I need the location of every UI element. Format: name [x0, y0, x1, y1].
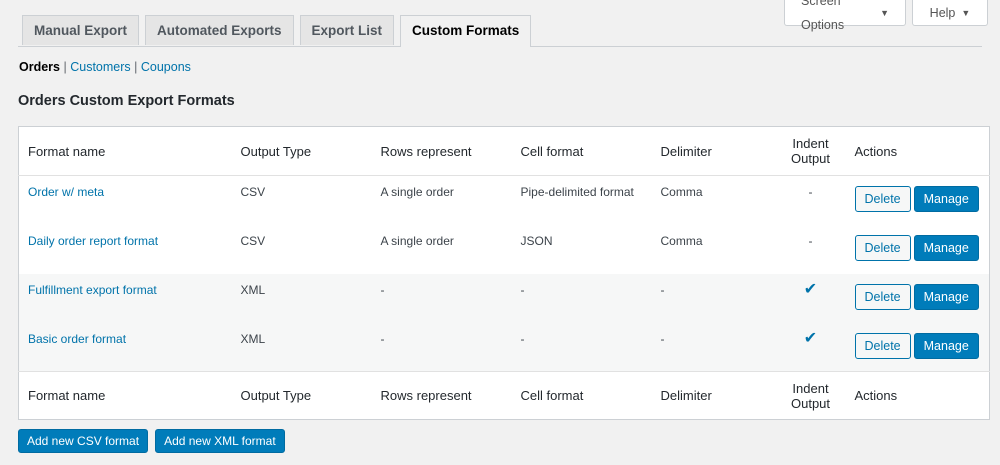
col-indent-line1: Indent	[792, 136, 829, 151]
output-type-cell: XML	[240, 331, 266, 346]
tab-manual-export[interactable]: Manual Export	[22, 15, 140, 45]
col-delimiter: Delimiter	[660, 388, 712, 403]
separator: |	[134, 60, 141, 74]
col-actions: Actions	[854, 143, 898, 159]
delete-button[interactable]: Delete	[854, 283, 911, 310]
delete-button[interactable]: Delete	[854, 234, 911, 261]
table-row: Daily order report format CSV A single o…	[19, 225, 990, 274]
cell-format-cell: Pipe-delimited format	[520, 185, 634, 199]
output-type-cell: CSV	[240, 233, 266, 248]
tab-export-list[interactable]: Export List	[299, 15, 395, 45]
subnav-coupons[interactable]: Coupons	[141, 60, 191, 74]
cell-format-cell: JSON	[520, 233, 553, 248]
col-indent-output: Indent Output	[776, 127, 846, 176]
delete-button[interactable]: Delete	[854, 332, 911, 359]
format-name-link[interactable]: Basic order format	[28, 332, 126, 346]
table-footer-row: Format name Output Type Rows represent C…	[18, 371, 990, 420]
col-indent-line2: Output	[790, 395, 831, 411]
output-type-cell: CSV	[240, 185, 266, 199]
manage-button[interactable]: Manage	[913, 283, 979, 310]
subnav-orders[interactable]: Orders	[19, 60, 60, 74]
checkmark-icon: ✔	[803, 329, 818, 347]
bottom-actions: Add new CSV format Add new XML format	[18, 429, 285, 453]
subnav-customers[interactable]: Customers	[70, 60, 130, 74]
col-indent-line2: Output	[790, 151, 831, 166]
rows-represent-cell: -	[380, 282, 385, 297]
col-delimiter: Delimiter	[660, 143, 712, 159]
delete-button[interactable]: Delete	[854, 186, 911, 212]
table-header-row: Format name Output Type Rows represent C…	[18, 127, 990, 176]
col-output-type: Output Type	[240, 388, 312, 403]
col-rows-represent: Rows represent	[380, 388, 472, 403]
table-row: Order w/ meta CSV A single order Pipe-de…	[19, 176, 990, 225]
format-name-link[interactable]: Daily order report format	[28, 234, 158, 248]
col-format-name: Format name	[28, 388, 106, 403]
nav-tabs: Manual Export Automated Exports Export L…	[18, 15, 982, 47]
formats-table: Format name Output Type Rows represent C…	[18, 126, 990, 420]
rows-represent-cell: A single order	[380, 185, 454, 199]
tab-custom-formats[interactable]: Custom Formats	[400, 15, 532, 47]
col-format-name: Format name	[28, 143, 106, 159]
output-type-cell: XML	[240, 282, 266, 297]
col-indent-output: Indent Output	[776, 372, 846, 420]
col-cell-format: Cell format	[520, 388, 584, 403]
manage-button[interactable]: Manage	[913, 234, 979, 261]
table-row: Fulfillment export format XML - - - ✔ De…	[18, 273, 990, 323]
section-title: Orders Custom Export Formats	[18, 93, 235, 109]
add-xml-format-button[interactable]: Add new XML format	[155, 429, 285, 453]
rows-represent-cell: A single order	[380, 233, 454, 248]
delimiter-cell: Comma	[660, 185, 703, 199]
col-output-type: Output Type	[240, 143, 312, 159]
manage-button[interactable]: Manage	[913, 332, 979, 359]
indent-cell: -	[808, 185, 813, 199]
table-row: Basic order format XML - - - ✔ Delete Ma…	[18, 322, 990, 372]
delimiter-cell: -	[660, 282, 665, 297]
col-actions: Actions	[854, 388, 898, 403]
col-rows-represent: Rows represent	[380, 143, 472, 159]
format-name-link[interactable]: Fulfillment export format	[28, 283, 157, 297]
rows-represent-cell: -	[380, 331, 385, 346]
cell-format-cell: -	[520, 331, 525, 346]
tab-automated-exports[interactable]: Automated Exports	[145, 15, 294, 45]
cell-format-cell: -	[520, 282, 525, 297]
delimiter-cell: Comma	[660, 233, 703, 248]
col-cell-format: Cell format	[520, 143, 584, 159]
manage-button[interactable]: Manage	[913, 186, 979, 212]
format-name-link[interactable]: Order w/ meta	[28, 185, 104, 199]
checkmark-icon: ✔	[803, 280, 818, 298]
col-indent-line1: Indent	[792, 380, 829, 396]
add-csv-format-button[interactable]: Add new CSV format	[18, 429, 149, 453]
indent-cell: -	[808, 233, 813, 248]
delimiter-cell: -	[660, 331, 665, 346]
subsubsub-nav: Orders | Customers | Coupons	[19, 60, 191, 74]
